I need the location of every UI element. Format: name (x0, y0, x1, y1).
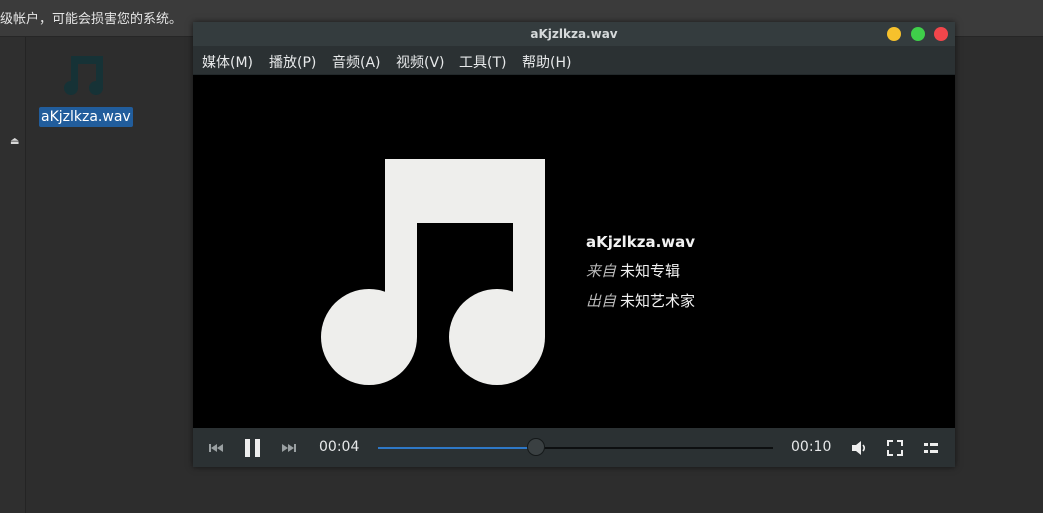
seek-progress (378, 447, 536, 449)
window-title: aKjzlkza.wav (530, 27, 618, 41)
eject-icon[interactable]: ⏏ (10, 137, 20, 147)
close-button[interactable] (934, 27, 948, 41)
seek-slider[interactable] (378, 438, 773, 456)
sidebar: ⏏ (0, 37, 26, 513)
music-note-icon (64, 56, 103, 95)
album-line: 来自 未知专辑 (586, 260, 695, 281)
desktop-file-name: aKjzlkza.wav (39, 107, 133, 127)
album-name: 未知专辑 (620, 262, 681, 280)
menu-media[interactable]: 媒体(M) (202, 52, 253, 72)
volume-icon[interactable] (850, 439, 868, 457)
title-bar[interactable]: aKjzlkza.wav (193, 22, 955, 46)
artist-line: 出自 未知艺术家 (586, 290, 695, 311)
media-player-window: aKjzlkza.wav 媒体(M) 播放(P) 音频(A) 视频(V) 工具(… (193, 22, 955, 467)
minimize-button[interactable] (887, 27, 901, 41)
control-bar: 00:04 00:10 (193, 428, 955, 467)
next-icon[interactable] (280, 439, 298, 457)
warning-text: 级帐户，可能会损害您的系统。 (0, 12, 183, 27)
elapsed-time: 00:04 (319, 439, 360, 455)
music-note-icon (321, 159, 545, 385)
total-time: 00:10 (791, 439, 832, 455)
artist-prefix: 出自 (586, 292, 617, 310)
playlist-icon[interactable] (922, 439, 940, 457)
maximize-button[interactable] (911, 27, 925, 41)
menu-audio[interactable]: 音频(A) (332, 52, 381, 72)
previous-icon[interactable] (207, 439, 225, 457)
video-area[interactable]: aKjzlkza.wav 来自 未知专辑 出自 未知艺术家 (193, 75, 955, 428)
media-title: aKjzlkza.wav (586, 233, 696, 251)
pause-icon[interactable] (243, 438, 263, 458)
album-prefix: 来自 (586, 262, 617, 280)
menu-bar: 媒体(M) 播放(P) 音频(A) 视频(V) 工具(T) 帮助(H) (193, 46, 955, 75)
desktop-file[interactable]: aKjzlkza.wav (38, 50, 133, 132)
fullscreen-icon[interactable] (886, 439, 904, 457)
menu-playback[interactable]: 播放(P) (269, 52, 316, 72)
menu-tools[interactable]: 工具(T) (459, 52, 506, 72)
menu-video[interactable]: 视频(V) (396, 52, 445, 72)
artist-name: 未知艺术家 (620, 292, 696, 310)
media-info: aKjzlkza.wav 来自 未知专辑 出自 未知艺术家 (586, 233, 695, 320)
menu-help[interactable]: 帮助(H) (522, 52, 571, 72)
seek-handle[interactable] (527, 438, 545, 456)
